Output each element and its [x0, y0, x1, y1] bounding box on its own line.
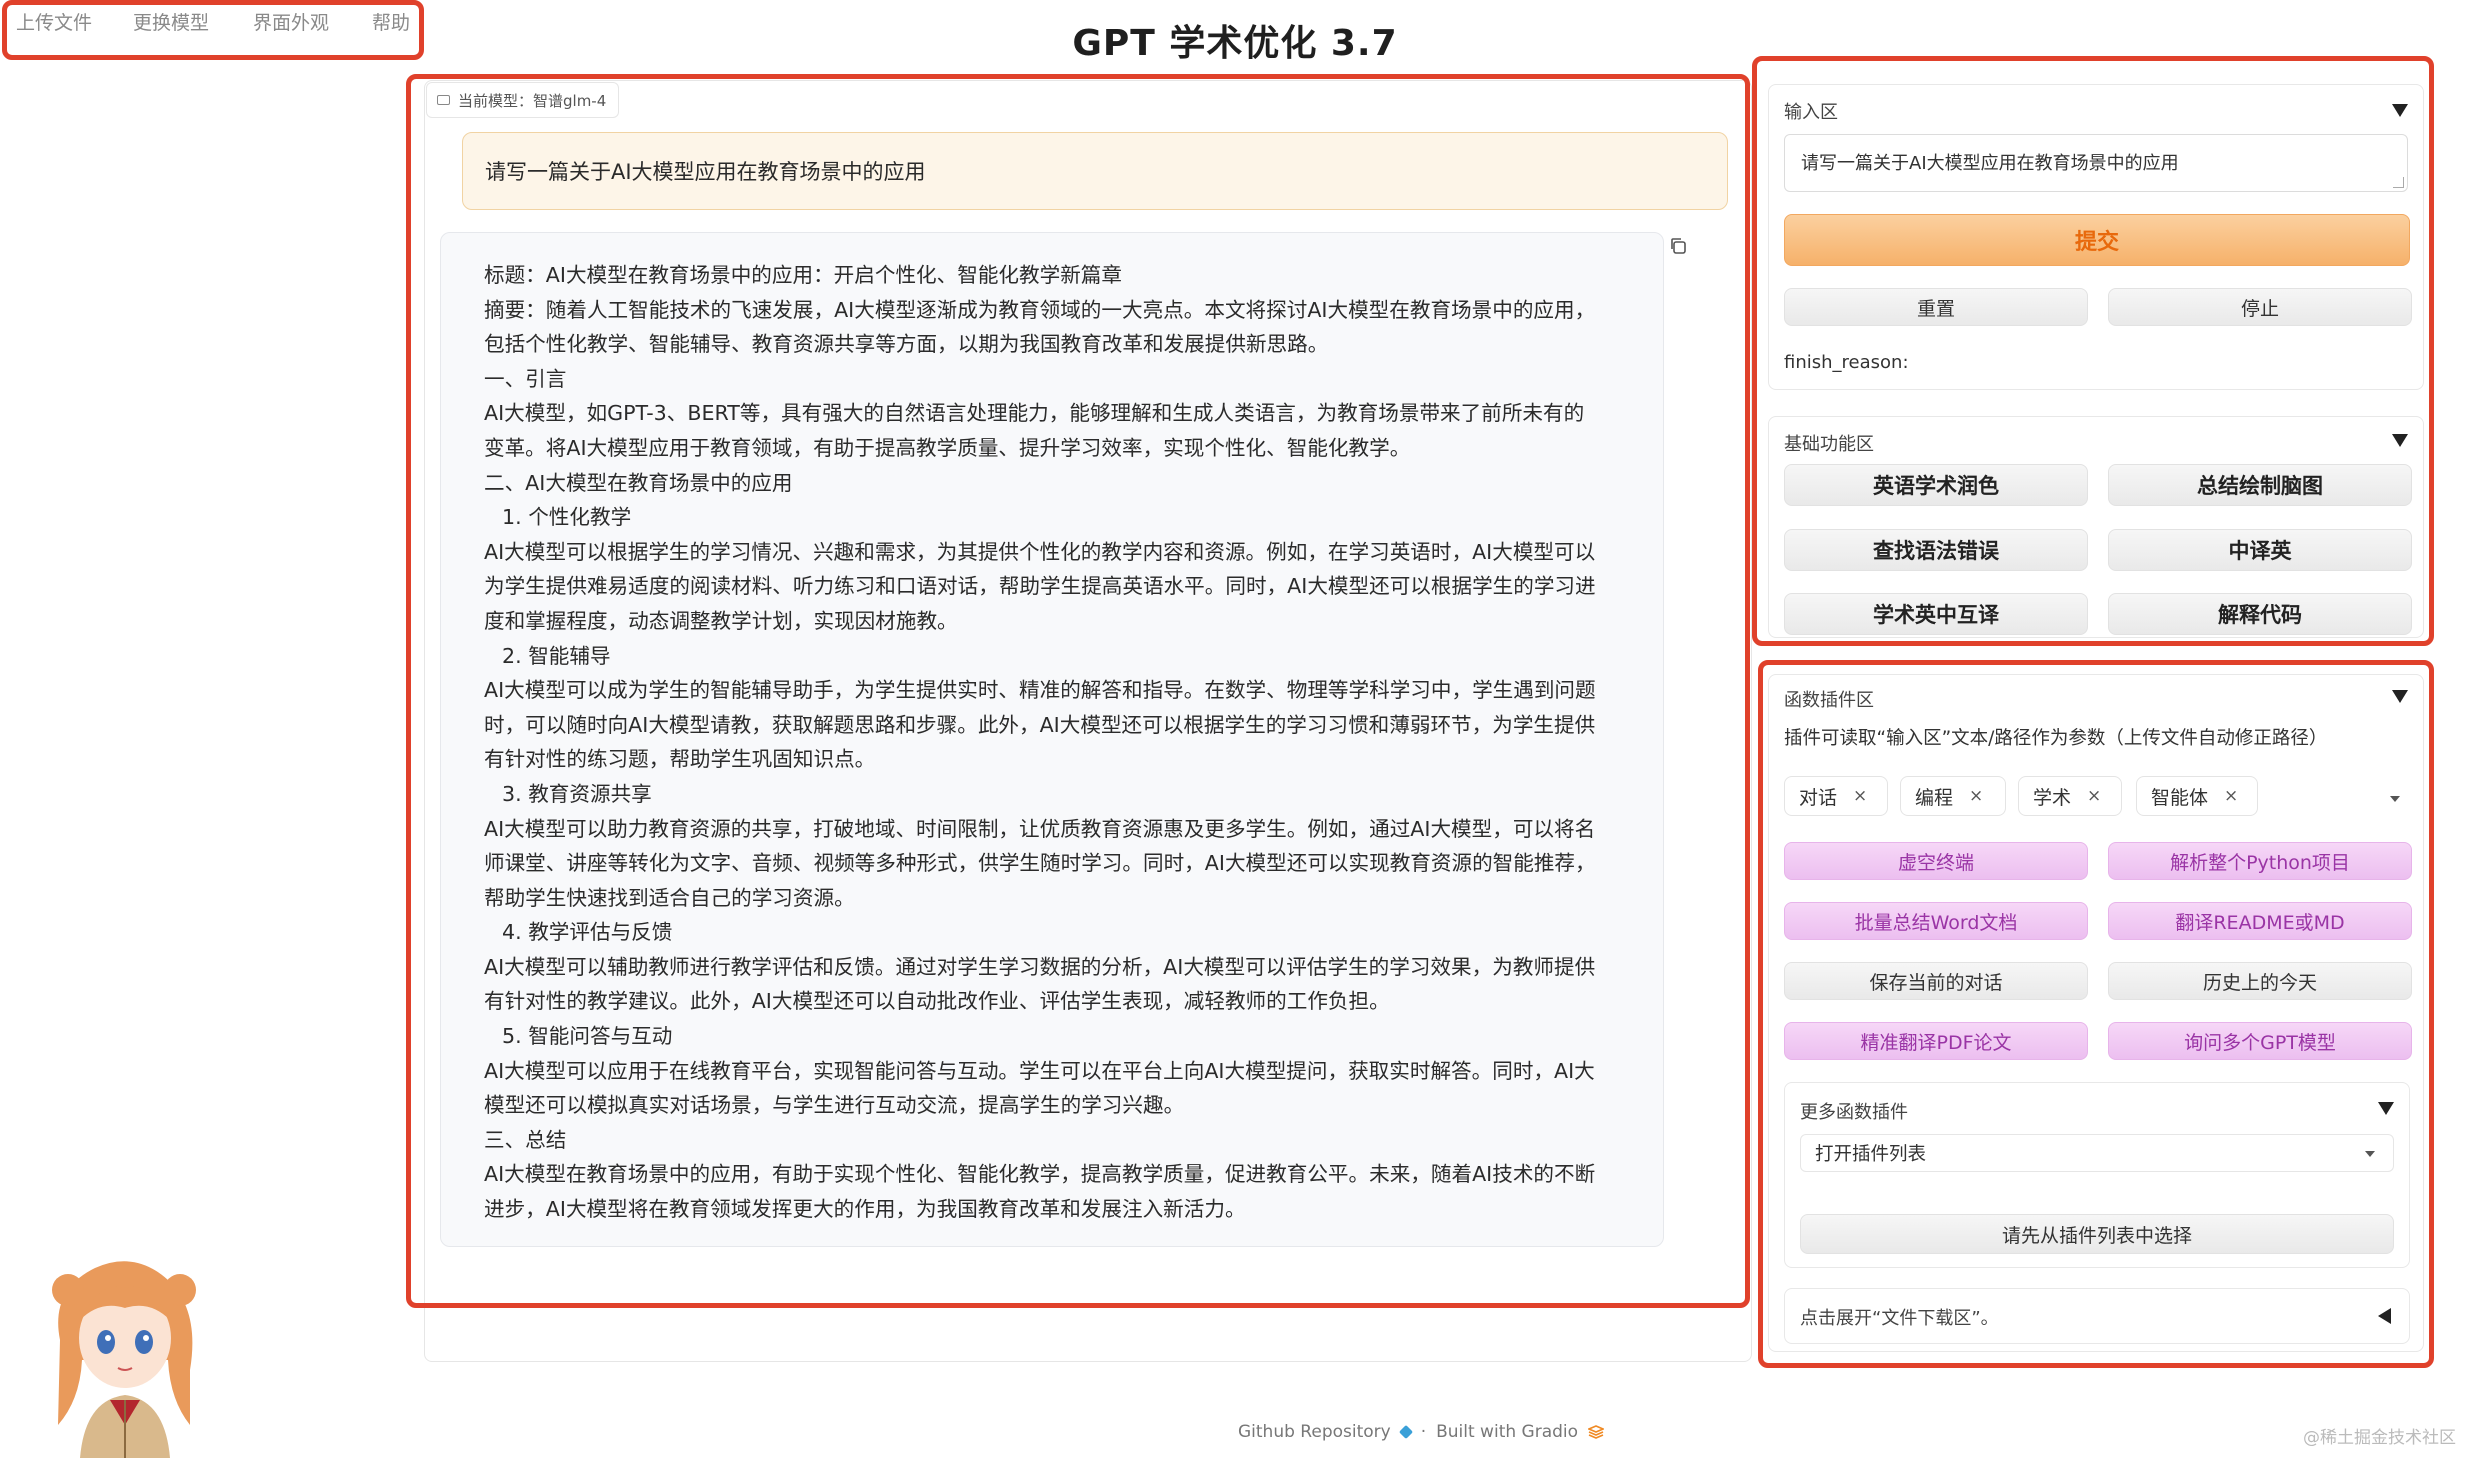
footer: Github Repository · Built with Gradio	[1238, 1422, 1605, 1442]
github-link[interactable]: Github Repository	[1238, 1422, 1391, 1442]
highlight-plugins	[1758, 660, 2434, 1368]
live2d-mascot-avatar[interactable]	[40, 1250, 210, 1458]
gradio-logo-icon	[1588, 1425, 1605, 1439]
watermark: @稀土掘金技术社区	[2303, 1428, 2456, 1448]
highlight-chat	[406, 74, 1750, 1308]
footer-separator: ·	[1420, 1422, 1427, 1442]
github-logo-icon	[1398, 1424, 1413, 1440]
gradio-link[interactable]: Built with Gradio	[1436, 1422, 1578, 1442]
highlight-input	[1752, 56, 2434, 646]
